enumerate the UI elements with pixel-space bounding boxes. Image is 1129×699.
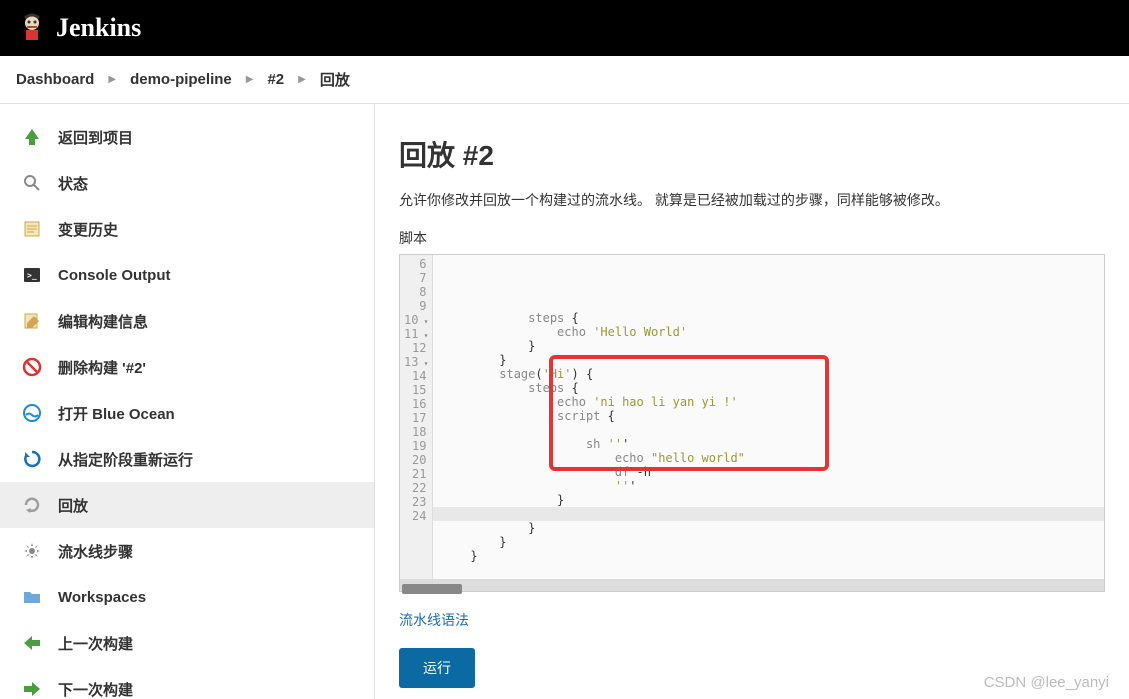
editor-code[interactable]: steps { echo 'Hello World' } } stage('Hi… bbox=[433, 255, 1104, 579]
sidebar-item-label: 从指定阶段重新运行 bbox=[58, 449, 193, 470]
notepad-icon bbox=[20, 217, 44, 241]
chevron-right-icon: ▶ bbox=[246, 74, 254, 85]
delete-icon bbox=[20, 355, 44, 379]
sidebar-item-blueocean[interactable]: 打开 Blue Ocean bbox=[0, 390, 374, 436]
sidebar-item-label: 删除构建 '#2' bbox=[58, 357, 146, 378]
breadcrumb-item[interactable]: 回放 bbox=[320, 69, 350, 90]
sidebar-item-changes[interactable]: 变更历史 bbox=[0, 206, 374, 252]
jenkins-logo-icon bbox=[16, 12, 48, 44]
breadcrumb: Dashboard ▶ demo-pipeline ▶ #2 ▶ 回放 bbox=[0, 56, 1129, 104]
arrow-up-icon bbox=[20, 125, 44, 149]
logo[interactable]: Jenkins bbox=[16, 12, 141, 44]
sidebar-item-next-build[interactable]: 下一次构建 bbox=[0, 666, 374, 699]
script-editor[interactable]: 678910▾11▾1213▾1415161718192021222324 st… bbox=[399, 254, 1105, 592]
svg-text:>_: >_ bbox=[27, 271, 37, 280]
sidebar-item-pipeline-steps[interactable]: 流水线步骤 bbox=[0, 528, 374, 574]
terminal-icon: >_ bbox=[20, 263, 44, 287]
sidebar-item-label: 流水线步骤 bbox=[58, 541, 133, 562]
sidebar-item-back[interactable]: 返回到项目 bbox=[0, 114, 374, 160]
sidebar: 返回到项目 状态 变更历史 >_ Console Output 编辑构建信息 删除… bbox=[0, 104, 375, 699]
restart-icon bbox=[20, 447, 44, 471]
search-icon bbox=[20, 171, 44, 195]
sidebar-item-prev-build[interactable]: 上一次构建 bbox=[0, 620, 374, 666]
breadcrumb-item[interactable]: Dashboard bbox=[16, 71, 94, 88]
sidebar-item-edit-build[interactable]: 编辑构建信息 bbox=[0, 298, 374, 344]
replay-icon bbox=[20, 493, 44, 517]
script-label: 脚本 bbox=[399, 228, 1105, 248]
sidebar-item-delete[interactable]: 删除构建 '#2' bbox=[0, 344, 374, 390]
arrow-right-icon bbox=[20, 677, 44, 699]
sidebar-item-label: 回放 bbox=[58, 495, 88, 516]
chevron-right-icon: ▶ bbox=[298, 74, 306, 85]
run-button[interactable]: 运行 bbox=[399, 648, 475, 688]
page-description: 允许你修改并回放一个构建过的流水线。 就算是已经被加载过的步骤，同样能够被修改。 bbox=[399, 190, 1105, 210]
chevron-right-icon: ▶ bbox=[108, 74, 116, 85]
sidebar-item-label: Workspaces bbox=[58, 589, 146, 606]
sidebar-item-label: 打开 Blue Ocean bbox=[58, 403, 175, 424]
app-title: Jenkins bbox=[56, 13, 141, 43]
sidebar-item-console[interactable]: >_ Console Output bbox=[0, 252, 374, 298]
sidebar-item-label: 上一次构建 bbox=[58, 633, 133, 654]
app-header: Jenkins bbox=[0, 0, 1129, 56]
edit-icon bbox=[20, 309, 44, 333]
sidebar-item-label: 下一次构建 bbox=[58, 679, 133, 699]
sidebar-item-status[interactable]: 状态 bbox=[0, 160, 374, 206]
main-content: 回放 #2 允许你修改并回放一个构建过的流水线。 就算是已经被加载过的步骤，同样… bbox=[375, 104, 1129, 699]
sidebar-item-label: 状态 bbox=[58, 173, 88, 194]
watermark: CSDN @lee_yanyi bbox=[984, 674, 1109, 691]
sidebar-item-label: Console Output bbox=[58, 267, 171, 284]
editor-gutter: 678910▾11▾1213▾1415161718192021222324 bbox=[400, 255, 433, 579]
folder-icon bbox=[20, 585, 44, 609]
editor-scrollbar[interactable] bbox=[402, 584, 462, 594]
pipeline-syntax-link[interactable]: 流水线语法 bbox=[399, 610, 469, 630]
sidebar-item-restart-stage[interactable]: 从指定阶段重新运行 bbox=[0, 436, 374, 482]
sidebar-item-label: 编辑构建信息 bbox=[58, 311, 148, 332]
breadcrumb-item[interactable]: demo-pipeline bbox=[130, 71, 232, 88]
sidebar-item-replay[interactable]: 回放 bbox=[0, 482, 374, 528]
breadcrumb-item[interactable]: #2 bbox=[267, 71, 284, 88]
sidebar-item-label: 变更历史 bbox=[58, 219, 118, 240]
arrow-left-icon bbox=[20, 631, 44, 655]
gear-icon bbox=[20, 539, 44, 563]
sidebar-item-workspaces[interactable]: Workspaces bbox=[0, 574, 374, 620]
page-title: 回放 #2 bbox=[399, 134, 1105, 174]
sidebar-item-label: 返回到项目 bbox=[58, 127, 133, 148]
blueocean-icon bbox=[20, 401, 44, 425]
